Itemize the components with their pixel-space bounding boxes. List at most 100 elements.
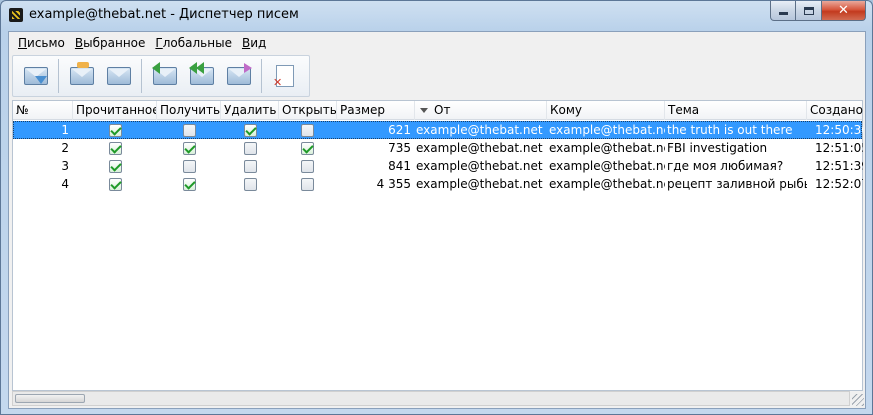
cell-num: 1 — [61, 123, 69, 137]
arrow-left-icon — [152, 62, 160, 74]
cell-num: 4 — [61, 177, 69, 191]
sort-arrow-icon — [420, 108, 428, 113]
scrollbar-thumb[interactable] — [15, 394, 85, 403]
toolbar-separator — [141, 59, 142, 93]
x-mark-icon: ✕ — [273, 76, 283, 89]
column-header-from[interactable]: От — [415, 101, 547, 120]
column-header-num[interactable]: № — [13, 101, 73, 120]
menu-vybrannoe[interactable]: Выбранное — [75, 36, 146, 50]
cell-subject: FBI investigation — [667, 141, 768, 155]
delete-icon: ✕ — [273, 65, 294, 89]
maximize-button[interactable] — [796, 1, 822, 21]
column-label: Открыть — [282, 103, 337, 117]
read-checkbox[interactable] — [109, 160, 122, 173]
column-label: Тема — [668, 103, 700, 117]
menu-label: исьмо — [27, 36, 65, 50]
column-header-get[interactable]: Получить — [157, 101, 221, 120]
get-mail-button[interactable] — [21, 61, 51, 91]
resize-grip-icon[interactable] — [852, 394, 864, 406]
client-area: Письмо Выбранное Глобальные Вид ✕ № Проч… — [8, 31, 866, 409]
reply-button[interactable] — [150, 61, 180, 91]
open-checkbox[interactable] — [301, 178, 314, 191]
cell-from: example@thebat.net — [416, 159, 543, 173]
column-label: Кому — [550, 103, 583, 117]
open-checkbox[interactable] — [301, 142, 314, 155]
column-header-size[interactable]: Размер — [337, 101, 415, 120]
cell-subject: где моя любимая? — [667, 159, 784, 173]
table-row[interactable]: 3 841 example@thebat.net example@thebat.… — [13, 157, 863, 175]
get-checkbox[interactable] — [183, 142, 196, 155]
cell-created: 12:52:07 — [815, 177, 863, 191]
menu-label: лобальные — [162, 36, 232, 50]
column-header-created[interactable]: Создано — [807, 101, 864, 120]
cell-created: 12:51:39 — [815, 159, 863, 173]
cell-to: example@thebat.net — [549, 177, 665, 191]
cell-num: 3 — [61, 159, 69, 173]
column-label: № — [16, 103, 29, 117]
mark-get-icon — [107, 67, 131, 85]
close-icon: ✕ — [838, 3, 849, 18]
table-row[interactable]: 2 735 example@thebat.net example@thebat.… — [13, 139, 863, 157]
column-label: Размер — [340, 103, 386, 117]
bat-app-icon — [9, 8, 23, 22]
mark-get-button[interactable] — [104, 61, 134, 91]
forward-button[interactable] — [224, 61, 254, 91]
cell-subject: the truth is out there — [667, 123, 793, 137]
title-bar[interactable]: example@thebat.net - Диспетчер писем ✕ — [1, 1, 872, 31]
cell-to: example@thebat.net — [549, 123, 665, 137]
window-title: example@thebat.net - Диспетчер писем — [29, 7, 299, 22]
close-button[interactable]: ✕ — [822, 1, 866, 21]
cell-from: example@thebat.net — [416, 123, 543, 137]
column-header-to[interactable]: Кому — [547, 101, 665, 120]
mail-dispatcher-window: example@thebat.net - Диспетчер писем ✕ П… — [0, 0, 873, 415]
cell-to: example@thebat.net — [549, 159, 665, 173]
menu-globalnye[interactable]: Глобальные — [155, 36, 232, 50]
column-label: Удалить — [224, 103, 277, 117]
arrow-right-icon — [244, 63, 252, 73]
menu-accel: В — [241, 36, 251, 50]
get-checkbox[interactable] — [183, 160, 196, 173]
maximize-icon — [803, 6, 814, 15]
cell-created: 12:51:05 — [815, 141, 863, 155]
cell-from: example@thebat.net — [416, 141, 543, 155]
menu-pismo[interactable]: Письмо — [18, 36, 65, 50]
menu-vid[interactable]: Вид — [242, 36, 266, 50]
delete-checkbox[interactable] — [244, 142, 257, 155]
minimize-icon — [778, 12, 788, 15]
menu-accel: В — [74, 36, 84, 50]
cell-created: 12:50:36 — [815, 123, 863, 137]
delete-checkbox[interactable] — [244, 160, 257, 173]
delete-checkbox[interactable] — [244, 178, 257, 191]
delete-checkbox[interactable] — [244, 124, 257, 137]
minimize-button[interactable] — [770, 1, 796, 21]
read-checkbox[interactable] — [109, 178, 122, 191]
column-header-read[interactable]: Прочитанное — [73, 101, 157, 120]
reply-icon — [152, 62, 177, 85]
cell-size: 735 — [388, 141, 411, 155]
cell-subject: рецепт заливной рыбы — [667, 177, 807, 191]
read-checkbox[interactable] — [109, 142, 122, 155]
arrow-left-icon — [196, 62, 204, 74]
horizontal-scrollbar[interactable] — [12, 391, 850, 406]
table-row[interactable]: 1 621 example@thebat.net example@thebat.… — [13, 121, 863, 139]
get-checkbox[interactable] — [183, 124, 196, 137]
cell-num: 2 — [61, 141, 69, 155]
toolbar-separator — [58, 59, 59, 93]
column-label: Прочитанное — [76, 103, 157, 117]
open-checkbox[interactable] — [301, 124, 314, 137]
column-header-open[interactable]: Открыть — [279, 101, 337, 120]
read-checkbox[interactable] — [109, 124, 122, 137]
column-header-delete[interactable]: Удалить — [221, 101, 279, 120]
table-row[interactable]: 4 4 355 example@thebat.net example@theba… — [13, 175, 863, 193]
cell-from: example@thebat.net — [416, 177, 543, 191]
mark-read-button[interactable] — [67, 61, 97, 91]
message-table[interactable]: № Прочитанное Получить Удалить Открыть Р… — [12, 100, 863, 391]
open-checkbox[interactable] — [301, 160, 314, 173]
column-header-subject[interactable]: Тема — [665, 101, 807, 120]
get-checkbox[interactable] — [183, 178, 196, 191]
reply-all-button[interactable] — [187, 61, 217, 91]
delete-button[interactable]: ✕ — [270, 61, 300, 91]
column-label: От — [434, 103, 451, 117]
flag-icon — [77, 62, 89, 68]
window-controls: ✕ — [770, 1, 866, 21]
